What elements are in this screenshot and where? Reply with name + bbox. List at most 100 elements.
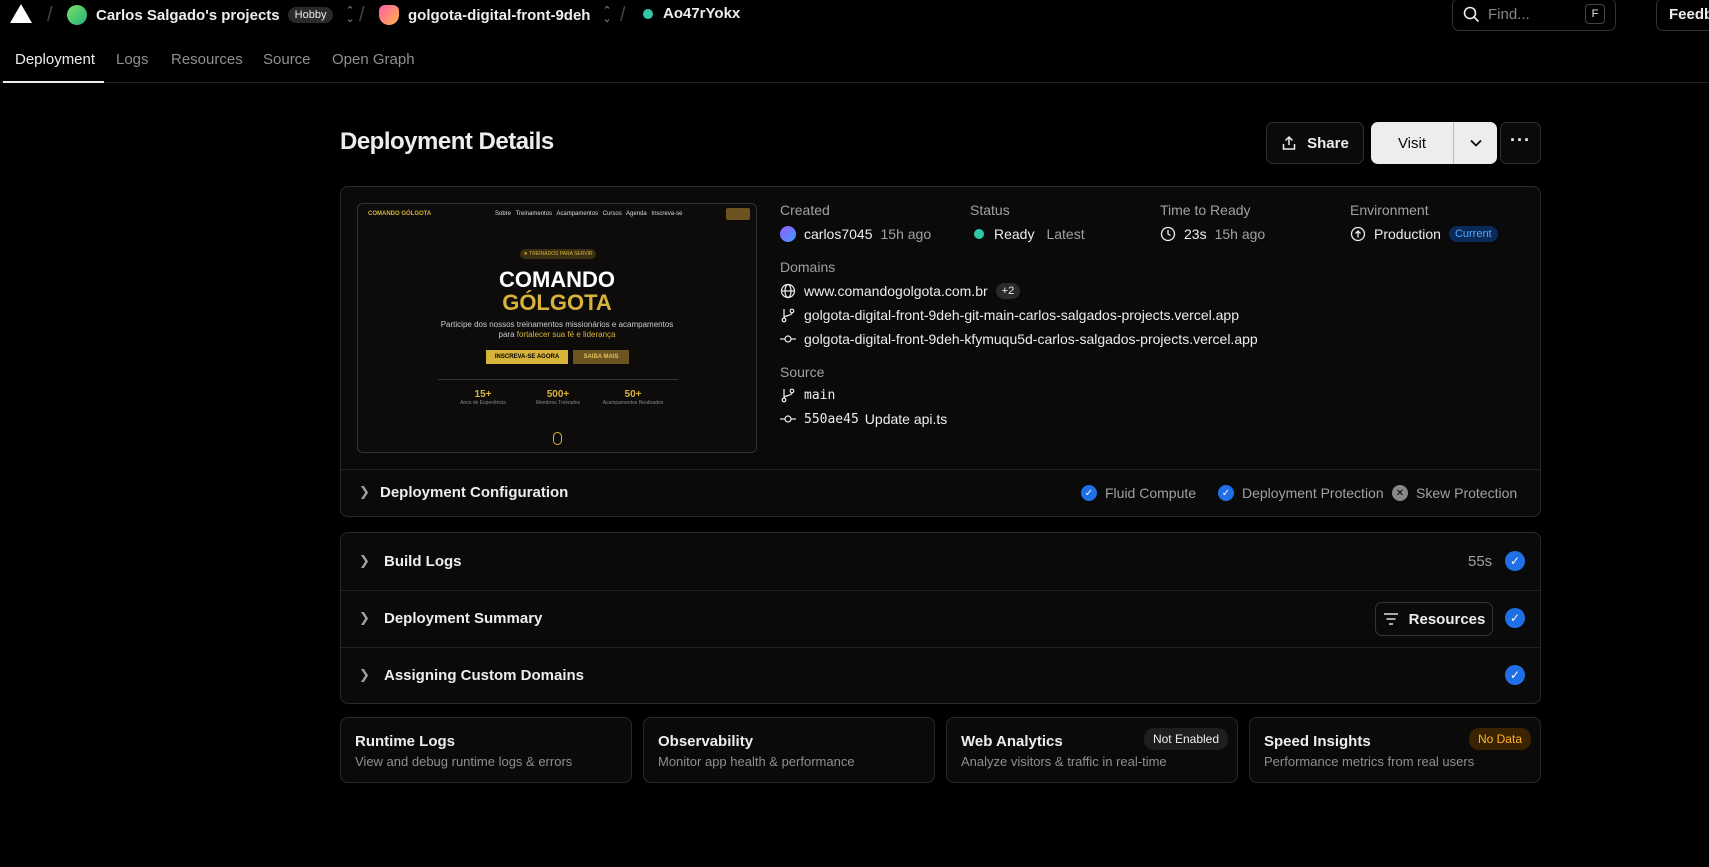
breadcrumb-separator: / bbox=[620, 4, 626, 26]
breadcrumb-separator: / bbox=[47, 4, 53, 26]
card-description: Monitor app health & performance bbox=[658, 754, 855, 769]
check-circle-icon: ✓ bbox=[1218, 485, 1234, 501]
chevron-right-icon: ❯ bbox=[359, 667, 370, 682]
globe-icon bbox=[780, 283, 796, 299]
stat-number: 50+ bbox=[624, 389, 642, 400]
git-commit-icon bbox=[780, 335, 796, 343]
tab-source[interactable]: Source bbox=[263, 51, 311, 68]
deployment-configuration-row[interactable]: ❯ Deployment Configuration ✓ Fluid Compu… bbox=[341, 469, 1540, 516]
top-bar: / Carlos Salgado's projects Hobby ⌃ ⌄ / g… bbox=[0, 0, 1709, 31]
tab-resources[interactable]: Resources bbox=[171, 51, 243, 68]
domain-row: www.comandogolgota.com.br +2 bbox=[780, 283, 1021, 299]
more-options-button[interactable]: ··· bbox=[1500, 122, 1541, 164]
visit-button[interactable]: Visit bbox=[1371, 122, 1453, 164]
created-label: Created bbox=[780, 202, 830, 218]
preview-stat: 50+ Acampamentos Realizados bbox=[598, 389, 668, 406]
created-user[interactable]: carlos7045 bbox=[804, 226, 873, 242]
feature-skew-protection: ✕ Skew Protection bbox=[1392, 485, 1517, 501]
deployment-tabs: Deployment Logs Resources Source Open Gr… bbox=[0, 44, 1709, 83]
deployment-id: Ao47rYokx bbox=[663, 5, 741, 22]
git-commit-icon bbox=[780, 415, 796, 423]
resources-label: Resources bbox=[1408, 610, 1486, 628]
status-value: Ready Latest bbox=[974, 226, 1085, 242]
card-description: Performance metrics from real users bbox=[1264, 754, 1475, 769]
configuration-title: Deployment Configuration bbox=[380, 484, 569, 501]
filter-lines-icon bbox=[1383, 613, 1398, 625]
share-label: Share bbox=[1307, 134, 1349, 152]
feature-label: Fluid Compute bbox=[1105, 485, 1197, 501]
created-time: 15h ago bbox=[880, 226, 932, 242]
share-button[interactable]: Share bbox=[1266, 122, 1364, 164]
visit-dropdown-button[interactable] bbox=[1453, 122, 1497, 164]
chevron-right-icon: ❯ bbox=[359, 484, 370, 499]
preview-nav-button bbox=[726, 208, 750, 220]
preview-primary-button: INSCREVA-SE AGORA bbox=[486, 350, 568, 364]
card-title: Web Analytics bbox=[961, 733, 1063, 750]
git-branch-icon bbox=[781, 388, 795, 403]
scroll-mouse-icon bbox=[553, 432, 562, 445]
chevron-right-icon: ❯ bbox=[359, 610, 370, 625]
step-assigning-custom-domains[interactable]: ❯ Assigning Custom Domains ✓ bbox=[341, 647, 1540, 704]
tab-open-graph[interactable]: Open Graph bbox=[332, 51, 415, 68]
preview-title-2: GÓLGOTA bbox=[502, 290, 612, 315]
current-badge: Current bbox=[1448, 226, 1498, 242]
user-avatar bbox=[780, 226, 796, 242]
git-branch-icon bbox=[781, 308, 795, 323]
status-label: Status bbox=[970, 202, 1010, 218]
search-icon bbox=[1463, 6, 1480, 23]
deployment-preview[interactable]: COMANDO GÓLGOTA Sobre Treinamentos Acamp… bbox=[357, 203, 757, 453]
share-icon bbox=[1282, 135, 1296, 150]
stat-label: Anos de Experiência bbox=[460, 400, 506, 406]
project-switcher[interactable]: golgota-digital-front-9deh ⌃ ⌄ bbox=[379, 5, 612, 25]
stat-label: Membros Treinados bbox=[535, 400, 581, 406]
domain-link[interactable]: golgota-digital-front-9deh-kfymuqu5d-car… bbox=[804, 331, 1258, 347]
web-analytics-card[interactable]: Web Analytics Analyze visitors & traffic… bbox=[946, 717, 1238, 783]
step-build-logs[interactable]: ❯ Build Logs 55s ✓ bbox=[341, 533, 1540, 590]
time-to-ready-label: Time to Ready bbox=[1160, 202, 1251, 218]
environment-value: Production Current bbox=[1350, 226, 1498, 242]
team-avatar bbox=[67, 5, 87, 25]
domain-link[interactable]: golgota-digital-front-9deh-git-main-carl… bbox=[804, 307, 1239, 323]
speed-insights-card[interactable]: Speed Insights Performance metrics from … bbox=[1249, 717, 1541, 783]
chevron-updown-icon: ⌃ ⌄ bbox=[345, 5, 355, 25]
step-deployment-summary[interactable]: ❯ Deployment Summary Resources ✓ bbox=[341, 590, 1540, 647]
environment-label: Environment bbox=[1350, 202, 1429, 218]
active-tab-indicator bbox=[3, 81, 104, 83]
find-shortcut: F bbox=[1585, 4, 1605, 24]
status-dot bbox=[643, 8, 653, 19]
build-duration: 55s bbox=[1468, 553, 1493, 570]
team-name: Carlos Salgado's projects bbox=[96, 6, 280, 24]
find-placeholder: Find... bbox=[1488, 6, 1530, 23]
branch-name[interactable]: main bbox=[804, 388, 835, 403]
preview-subtitle-line-1: Participe dos nossos treinamentos missio… bbox=[440, 320, 674, 329]
domain-row: golgota-digital-front-9deh-kfymuqu5d-car… bbox=[780, 331, 1258, 347]
domain-row: golgota-digital-front-9deh-git-main-carl… bbox=[780, 307, 1239, 323]
runtime-logs-card[interactable]: Runtime Logs View and debug runtime logs… bbox=[340, 717, 632, 783]
tab-logs[interactable]: Logs bbox=[116, 51, 149, 68]
feature-fluid-compute: ✓ Fluid Compute bbox=[1081, 485, 1196, 501]
domain-link[interactable]: www.comandogolgota.com.br bbox=[804, 283, 988, 299]
feedback-button[interactable]: Feedb bbox=[1656, 0, 1709, 31]
check-circle-icon: ✓ bbox=[1505, 608, 1525, 628]
team-switcher[interactable]: Carlos Salgado's projects Hobby ⌃ ⌄ bbox=[67, 5, 355, 25]
preview-nav-links: Sobre Treinamentos Acampamentos Cursos A… bbox=[495, 211, 683, 217]
card-title: Runtime Logs bbox=[355, 733, 455, 750]
deployment-details-card: COMANDO GÓLGOTA Sobre Treinamentos Acamp… bbox=[340, 186, 1541, 517]
find-input[interactable]: Find... F bbox=[1452, 0, 1616, 31]
time-to-ready-time: 15h ago bbox=[1214, 226, 1266, 242]
check-circle-icon: ✓ bbox=[1505, 665, 1525, 685]
time-to-ready-value: 23s 15h ago bbox=[1160, 226, 1265, 242]
more-domains-badge[interactable]: +2 bbox=[995, 283, 1021, 299]
status-text: Ready bbox=[994, 226, 1035, 242]
commit-hash[interactable]: 550ae45 bbox=[804, 412, 859, 427]
resources-button[interactable]: Resources bbox=[1375, 602, 1493, 636]
observability-card[interactable]: Observability Monitor app health & perfo… bbox=[643, 717, 935, 783]
plan-badge: Hobby bbox=[287, 7, 334, 23]
commit-message[interactable]: Update api.ts bbox=[865, 411, 948, 427]
card-description: View and debug runtime logs & errors bbox=[355, 754, 573, 769]
no-data-badge: No Data bbox=[1468, 728, 1531, 750]
tab-deployment[interactable]: Deployment bbox=[15, 51, 95, 68]
not-enabled-badge: Not Enabled bbox=[1143, 728, 1228, 750]
deployment-switcher[interactable]: Ao47rYokx bbox=[643, 5, 740, 22]
vercel-logo-icon[interactable] bbox=[10, 4, 32, 23]
